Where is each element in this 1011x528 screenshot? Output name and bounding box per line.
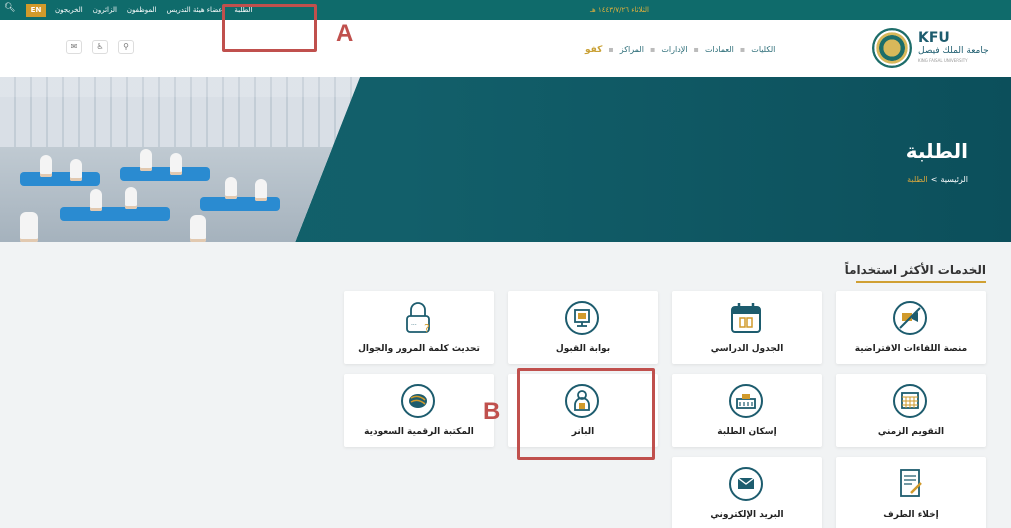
nav-separator: ▪	[608, 45, 614, 54]
university-seal-icon	[872, 28, 912, 68]
nav-item-departments[interactable]: الإدارات	[661, 45, 687, 55]
main-nav: كفو ▪ المراكز ▪ الإدارات ▪ العمادات ▪ ال…	[585, 45, 775, 55]
annotation-box-a	[222, 4, 317, 52]
annotation-box-b	[517, 368, 655, 460]
university-logo[interactable]: KFU جامعة الملك فيصل KING FAISAL UNIVERS…	[872, 26, 992, 70]
calendar-grid-icon	[893, 384, 927, 418]
nav-item-colleges[interactable]: الكليات	[751, 45, 775, 55]
digital-library-icon	[401, 384, 435, 418]
topbar-link-visitors[interactable]: الزائرون	[93, 6, 117, 14]
breadcrumb-current: الطلبة	[907, 175, 928, 184]
nav-separator: ▪	[649, 45, 656, 54]
search-icon[interactable]: ⚲	[118, 40, 134, 54]
housing-icon	[729, 384, 763, 418]
service-card-virtual-meetings[interactable]: منصة اللقاءات الافتراضية	[836, 291, 986, 364]
top-bar: 🔍︎ EN الخريجون الزائرون الموظفون أعضاء ه…	[0, 0, 1011, 20]
nav-item-deanships[interactable]: العمادات	[705, 45, 734, 55]
breadcrumb: الرئيسية > الطلبة	[907, 175, 968, 184]
service-label: إخلاء الطرف	[883, 510, 939, 520]
main-header: ✉ ♿ ⚲ كفو ▪ المراكز ▪ الإدارات ▪ العمادا…	[0, 20, 1011, 77]
virtual-meeting-icon	[893, 301, 927, 335]
service-card-saudi-digital-library[interactable]: المكتبة الرقمية السعودية	[344, 374, 494, 447]
hero-banner: الطلبة الرئيسية > الطلبة	[0, 77, 1011, 242]
language-toggle-button[interactable]: EN	[26, 4, 46, 17]
breadcrumb-separator: >	[930, 175, 938, 184]
calendar-schedule-icon	[731, 303, 761, 333]
service-label: إسكان الطلبة	[717, 427, 777, 437]
nav-separator: ▪	[739, 45, 746, 54]
topbar-link-staff[interactable]: الموظفون	[127, 6, 157, 14]
service-card-email[interactable]: البريد الإلكتروني	[672, 457, 822, 528]
service-label: التقويم الزمني	[877, 427, 945, 437]
email-envelope-icon	[729, 467, 763, 501]
admission-portal-icon	[565, 301, 599, 335]
topbar-link-alumni[interactable]: الخريجون	[55, 6, 83, 14]
service-label: البريد الإلكتروني	[710, 510, 784, 520]
service-card-academic-calendar[interactable]: التقويم الزمني	[836, 374, 986, 447]
password-lock-icon: ··· ?	[406, 302, 430, 335]
logo-arabic-name: جامعة الملك فيصل	[918, 46, 989, 56]
section-underline	[856, 281, 986, 283]
hijri-date: الثلاثاء ١٤٤٣/٧/٢٦ هـ	[590, 6, 649, 14]
nav-item-kfu-brand[interactable]: كفو	[585, 45, 602, 55]
nav-separator: ▪	[693, 45, 699, 54]
annotation-label-a: A	[336, 20, 354, 47]
service-label: تحديث كلمة المرور والجوال	[358, 344, 480, 354]
accessibility-icon[interactable]: ♿	[92, 40, 108, 54]
nav-item-centers[interactable]: المراكز	[620, 45, 644, 55]
service-card-admission-portal[interactable]: بوابة القبول	[508, 291, 658, 364]
annotation-label-b: B	[483, 398, 501, 425]
page: 🔍︎ EN الخريجون الزائرون الموظفون أعضاء ه…	[0, 0, 1011, 528]
svg-text:?: ?	[424, 322, 430, 335]
service-card-student-housing[interactable]: إسكان الطلبة	[672, 374, 822, 447]
clearance-document-icon	[900, 469, 922, 497]
service-label: المكتبة الرقمية السعودية	[364, 427, 474, 437]
service-card-clearance[interactable]: إخلاء الطرف	[836, 457, 986, 528]
search-icon[interactable]: 🔍︎	[4, 3, 15, 13]
service-label: الجدول الدراسي	[710, 344, 784, 354]
service-label: بوابة القبول	[555, 344, 611, 354]
svg-text:···: ···	[411, 322, 417, 329]
students-hall-photo	[0, 77, 360, 242]
mail-icon[interactable]: ✉	[66, 40, 82, 54]
logo-english-name: KING FAISAL UNIVERSITY	[918, 58, 968, 63]
logo-kfu-text: KFU	[918, 30, 950, 46]
breadcrumb-home[interactable]: الرئيسية	[940, 175, 968, 184]
service-card-class-schedule[interactable]: الجدول الدراسي	[672, 291, 822, 364]
topbar-link-faculty[interactable]: أعضاء هيئة التدريس	[167, 6, 225, 14]
page-title: الطلبة	[905, 139, 968, 163]
service-label: منصة اللقاءات الافتراضية	[854, 344, 968, 354]
services-section-title: الخدمات الأكثر استخداماً	[844, 263, 986, 277]
service-card-update-password[interactable]: ··· ? تحديث كلمة المرور والجوال	[344, 291, 494, 364]
